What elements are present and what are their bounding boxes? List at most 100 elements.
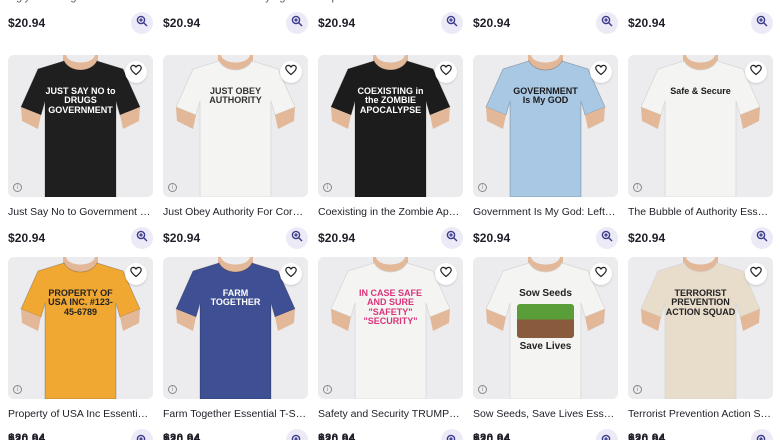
product-image[interactable]: Safe & Secure i — [628, 55, 773, 197]
print-caption: JUST OBEY AUTHORITY — [209, 86, 262, 106]
favorite-button[interactable] — [590, 263, 612, 285]
zoom-in-icon — [446, 229, 458, 247]
product-title[interactable]: Just Obey Authority For Coron... — [163, 206, 308, 218]
zoom-in-button[interactable] — [441, 12, 463, 34]
product-card[interactable]: GOVERNMENT Is My GOD i Government Is My Go… — [473, 55, 618, 255]
zoom-in-button[interactable] — [441, 227, 463, 249]
product-title[interactable]: Freedom is Not Permission Es... — [473, 0, 613, 3]
product-card[interactable]: JUST SAY NO to DRUGS GOVERNMENT i Just Say… — [8, 55, 153, 255]
info-icon[interactable]: i — [478, 183, 487, 192]
product-card[interactable]: FARM TOGETHER i Farm Together Essential T-… — [163, 257, 308, 440]
product-price: $20.94 — [163, 16, 201, 30]
product-image[interactable]: JUST SAY NO to DRUGS GOVERNMENT i — [8, 55, 153, 197]
zoom-in-button[interactable] — [751, 431, 773, 440]
heart-icon — [285, 63, 297, 81]
product-card-bottom-0[interactable]: $20.94 — [8, 428, 153, 440]
zoom-in-button[interactable] — [441, 431, 463, 440]
favorite-button[interactable] — [280, 263, 302, 285]
zoom-in-button[interactable] — [596, 431, 618, 440]
product-card-bottom-3[interactable]: $20.94 — [473, 428, 618, 440]
info-icon[interactable]: i — [633, 385, 642, 394]
heart-icon — [130, 63, 142, 81]
favorite-button[interactable] — [125, 61, 147, 83]
product-card[interactable]: PROPERTY OF USA INC. #123-45-6789 i Proper… — [8, 257, 153, 440]
product-card-top-0[interactable]: Ugly Sovereign Citizen Essenti... $20.94 — [8, 0, 153, 40]
favorite-button[interactable] — [435, 61, 457, 83]
product-card[interactable]: Sow Seeds Save Lives i Sow Seeds, Save Live… — [473, 257, 618, 440]
favorite-button[interactable] — [745, 263, 767, 285]
favorite-button[interactable] — [280, 61, 302, 83]
product-image[interactable]: Sow Seeds Save Lives i — [473, 257, 618, 399]
product-title[interactable]: Pop Tarts Essential T-Shirt — [318, 0, 458, 3]
zoom-in-button[interactable] — [131, 431, 153, 440]
zoom-in-button[interactable] — [131, 12, 153, 34]
zoom-in-icon — [601, 229, 613, 247]
product-title[interactable]: Terrorist Prevention Action Sq... — [628, 408, 773, 420]
product-image[interactable]: TERRORIST PREVENTION ACTION SQUAD i — [628, 257, 773, 399]
product-price: $20.94 — [473, 431, 511, 440]
product-title[interactable]: Farm Together Essential T-Shirt — [163, 408, 308, 420]
product-title[interactable]: The Government is Lying Essen... — [163, 0, 303, 3]
info-icon[interactable]: i — [13, 385, 22, 394]
product-title[interactable]: Just Say No to Government Ess... — [8, 206, 153, 218]
product-card-top-4[interactable]: Faith Alone Is Essential Shirt $20.94 — [628, 0, 773, 40]
product-card-bottom-1[interactable]: $20.94 — [163, 428, 308, 440]
product-image[interactable]: FARM TOGETHER i — [163, 257, 308, 399]
info-icon[interactable]: i — [323, 183, 332, 192]
product-image[interactable]: JUST OBEY AUTHORITY i — [163, 55, 308, 197]
zoom-in-button[interactable] — [596, 227, 618, 249]
zoom-in-button[interactable] — [596, 12, 618, 34]
favorite-button[interactable] — [435, 263, 457, 285]
product-card[interactable]: COEXISTING in the ZOMBIE APOCALYPSE i Coex… — [318, 55, 463, 255]
product-card[interactable]: JUST OBEY AUTHORITY i Just Obey Authority … — [163, 55, 308, 255]
product-image[interactable]: GOVERNMENT Is My GOD i — [473, 55, 618, 197]
zoom-in-button[interactable] — [751, 12, 773, 34]
product-image[interactable]: COEXISTING in the ZOMBIE APOCALYPSE i — [318, 55, 463, 197]
info-icon[interactable]: i — [323, 385, 332, 394]
product-card-top-2[interactable]: Pop Tarts Essential T-Shirt $20.94 — [318, 0, 463, 40]
info-icon[interactable]: i — [13, 183, 22, 192]
zoom-in-button[interactable] — [131, 227, 153, 249]
product-title[interactable]: Property of USA Inc Essential ... — [8, 408, 153, 420]
product-price: $20.94 — [628, 231, 666, 245]
favorite-button[interactable] — [125, 263, 147, 285]
zoom-in-button[interactable] — [286, 12, 308, 34]
info-icon[interactable]: i — [478, 385, 487, 394]
product-card[interactable]: TERRORIST PREVENTION ACTION SQUAD i Terror… — [628, 257, 773, 440]
favorite-button[interactable] — [745, 61, 767, 83]
print-caption: PROPERTY OF USA INC. #123-45-6789 — [48, 288, 113, 317]
product-title[interactable]: Faith Alone Is Essential Shirt — [628, 0, 768, 3]
product-title[interactable]: Coexisting in the Zombie Apoc... — [318, 206, 463, 218]
product-price: $20.94 — [318, 231, 356, 245]
product-price: $20.94 — [318, 431, 356, 440]
product-title[interactable]: The Bubble of Authority Essen... — [628, 206, 773, 218]
product-title[interactable]: Government Is My God: Left v... — [473, 206, 618, 218]
product-image[interactable]: PROPERTY OF USA INC. #123-45-6789 i — [8, 257, 153, 399]
shirt-print-text: GOVERNMENT Is My GOD — [509, 86, 582, 106]
product-card-bottom-4[interactable]: $20.94 — [628, 428, 773, 440]
product-image[interactable]: IN CASE SAFE AND SURE "SAFETY" "SECURITY… — [318, 257, 463, 399]
favorite-button[interactable] — [590, 61, 612, 83]
product-price: $20.94 — [8, 16, 46, 30]
heart-icon — [750, 265, 762, 283]
product-card-bottom-2[interactable]: $20.94 — [318, 428, 463, 440]
info-icon[interactable]: i — [633, 183, 642, 192]
product-title[interactable]: Safety and Security TRUMPS ... — [318, 408, 463, 420]
zoom-in-icon — [136, 14, 148, 32]
print-caption: COEXISTING in the ZOMBIE APOCALYPSE — [357, 86, 424, 115]
print-bottom: Save Lives — [519, 340, 572, 352]
product-title[interactable]: Ugly Sovereign Citizen Essenti... — [8, 0, 148, 3]
zoom-in-icon — [756, 433, 768, 440]
zoom-in-icon — [136, 229, 148, 247]
product-title[interactable]: Sow Seeds, Save Lives Essent... — [473, 408, 618, 420]
zoom-in-button[interactable] — [751, 227, 773, 249]
product-card-top-3[interactable]: Freedom is Not Permission Es... $20.94 — [473, 0, 618, 40]
zoom-in-button[interactable] — [286, 227, 308, 249]
product-card-top-1[interactable]: The Government is Lying Essen... $20.94 — [163, 0, 308, 40]
product-price: $20.94 — [628, 431, 666, 440]
info-icon[interactable]: i — [168, 385, 177, 394]
info-icon[interactable]: i — [168, 183, 177, 192]
product-card[interactable]: Safe & Secure i The Bubble of Authority Es… — [628, 55, 773, 255]
zoom-in-button[interactable] — [286, 431, 308, 440]
product-card[interactable]: IN CASE SAFE AND SURE "SAFETY" "SECURITY… — [318, 257, 463, 440]
